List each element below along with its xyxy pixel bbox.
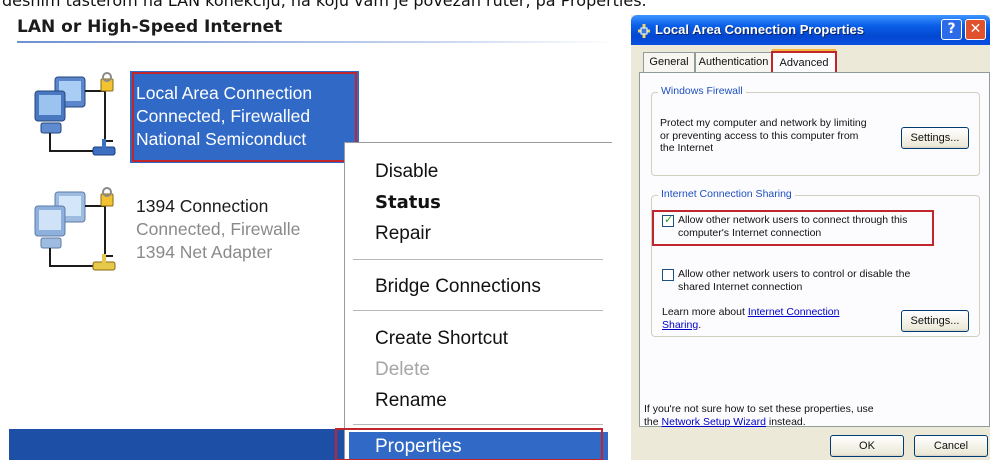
close-icon: ✕ xyxy=(969,21,982,37)
ics-help-link-cont[interactable]: Sharing xyxy=(662,319,698,331)
connection-1394[interactable]: 1394 Connection Connected, Firewalle 139… xyxy=(136,195,300,264)
help-button[interactable]: ? xyxy=(941,19,962,40)
learn-more-text: Learn more about Internet Connection Sha… xyxy=(662,306,839,331)
section-title: LAN or High-Speed Internet xyxy=(17,17,283,37)
menu-item-rename[interactable]: Rename xyxy=(375,390,447,412)
ics-settings-button[interactable]: Settings... xyxy=(901,310,969,332)
properties-dialog: Local Area Connection Properties ? ✕ Gen… xyxy=(631,15,990,460)
group-title: Windows Firewall xyxy=(658,85,746,97)
firewall-description: Protect my computer and network by limit… xyxy=(660,117,867,155)
advanced-tab-panel: Windows Firewall Protect my computer and… xyxy=(639,72,990,428)
text-line: Allow other network users to control or … xyxy=(678,268,911,280)
menu-item-repair[interactable]: Repair xyxy=(375,223,431,245)
menu-item-delete: Delete xyxy=(375,359,430,380)
network-icon xyxy=(638,24,650,38)
menu-item-status[interactable]: Status xyxy=(375,192,441,213)
annotation-box-properties xyxy=(335,428,603,460)
text-line: the Internet xyxy=(660,142,714,154)
network-connection-icon[interactable] xyxy=(31,186,131,278)
help-icon: ? xyxy=(947,21,956,37)
allow-control-checkbox[interactable] xyxy=(662,269,674,281)
windows-firewall-group: Windows Firewall Protect my computer and… xyxy=(651,85,980,176)
instruction-caption: desnim tasterom na LAN konekciju, na koj… xyxy=(2,0,647,10)
cancel-button[interactable]: Cancel xyxy=(914,435,988,457)
annotation-box-allow-connect xyxy=(652,210,934,246)
dialog-titlebar[interactable]: Local Area Connection Properties ? ✕ xyxy=(631,15,990,45)
text-fragment: the xyxy=(644,415,662,428)
text-line: or preventing access to this computer fr… xyxy=(660,129,859,142)
ics-help-link[interactable]: Internet Connection xyxy=(748,306,840,318)
dialog-title: Local Area Connection Properties xyxy=(655,22,865,37)
group-title: Internet Connection Sharing xyxy=(658,188,795,200)
connection-name: 1394 Connection xyxy=(136,196,269,216)
ok-button[interactable]: OK xyxy=(830,435,904,457)
text-fragment: Learn more about xyxy=(662,306,748,318)
footer-text: If you're not sure how to set these prop… xyxy=(644,403,874,428)
menu-separator xyxy=(353,310,603,311)
network-connection-icon[interactable] xyxy=(31,71,131,163)
text-fragment: . xyxy=(698,318,702,331)
text-line: If you're not sure how to set these prop… xyxy=(644,403,874,415)
allow-control-label[interactable]: Allow other network users to control or … xyxy=(678,268,910,293)
menu-item-create-shortcut[interactable]: Create Shortcut xyxy=(375,328,508,350)
firewall-settings-button[interactable]: Settings... xyxy=(901,127,969,149)
text-line: Protect my computer and network by limit… xyxy=(660,117,867,129)
text-fragment: instead. xyxy=(765,415,806,428)
tab-authentication[interactable]: Authentication xyxy=(695,52,772,72)
connection-status: Connected, Firewalle xyxy=(136,219,301,239)
section-divider xyxy=(17,41,612,43)
close-button[interactable]: ✕ xyxy=(965,19,986,40)
tab-general[interactable]: General xyxy=(643,52,695,72)
annotation-box-connection xyxy=(132,72,357,162)
menu-separator xyxy=(353,424,603,425)
menu-item-bridge-connections[interactable]: Bridge Connections xyxy=(375,276,541,298)
annotation-box-advanced-tab xyxy=(771,51,837,74)
context-menu: Disable Status Repair Bridge Connections… xyxy=(344,142,612,460)
network-connections-pane: LAN or High-Speed Internet Local Area Co… xyxy=(9,15,612,460)
menu-item-disable[interactable]: Disable xyxy=(375,161,438,183)
connection-device: 1394 Net Adapter xyxy=(136,242,273,262)
menu-separator xyxy=(353,259,603,260)
network-setup-wizard-link[interactable]: Network Setup Wizard xyxy=(662,416,766,428)
text-line: shared Internet connection xyxy=(678,280,803,293)
